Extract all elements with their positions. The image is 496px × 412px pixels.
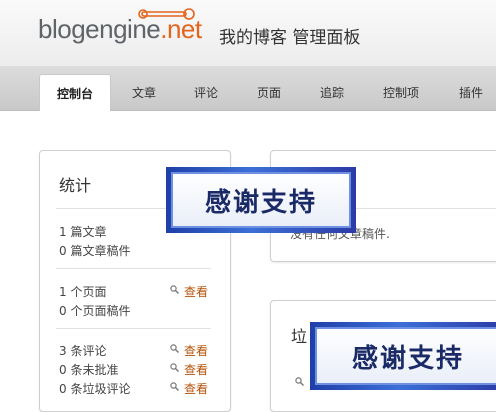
thanks-banner: 感谢支持 [310, 322, 496, 390]
search-icon [170, 363, 179, 372]
spam-title: 垃 [291, 327, 308, 346]
view-comments-link[interactable]: 查看 [184, 342, 208, 359]
tab-pages[interactable]: 页面 [243, 80, 295, 110]
stat-unapproved: 0 条未批准 [59, 363, 119, 377]
search-icon [170, 344, 179, 353]
search-icon [170, 285, 179, 294]
thanks-banner: 感谢支持 [166, 167, 356, 233]
stat-posts: 1 篇文章 [59, 225, 107, 239]
tab-trackbacks[interactable]: 追踪 [306, 80, 358, 110]
tab-posts[interactable]: 文章 [118, 80, 170, 110]
header: blogengine.net 我的博客 管理面板 [0, 0, 496, 66]
stat-post-drafts: 0 篇文章稿件 [59, 244, 131, 258]
tab-extensions[interactable]: 插件 [446, 80, 496, 110]
view-pages-link[interactable]: 查看 [184, 283, 208, 300]
tab-comments[interactable]: 评论 [180, 80, 232, 110]
site-title: 我的博客 管理面板 [219, 28, 361, 48]
stat-spam: 0 条垃圾评论 [59, 382, 131, 396]
stats-title: 统计 [59, 176, 92, 195]
divider [56, 268, 211, 269]
divider [56, 328, 211, 329]
tab-dashboard[interactable]: 控制台 [39, 74, 111, 111]
stat-comments: 3 条评论 [59, 344, 107, 358]
tab-controls[interactable]: 控制项 [372, 80, 430, 110]
search-icon [170, 382, 179, 391]
banner-text: 感谢支持 [315, 327, 496, 385]
view-unapproved-link[interactable]: 查看 [184, 361, 208, 378]
wrench-icon [138, 8, 195, 20]
stat-page-drafts: 0 个页面稿件 [59, 304, 131, 318]
banner-text: 感谢支持 [171, 172, 351, 228]
view-spam-link[interactable]: 查看 [184, 380, 208, 397]
stat-pages: 1 个页面 [59, 285, 107, 299]
search-icon [295, 377, 304, 386]
